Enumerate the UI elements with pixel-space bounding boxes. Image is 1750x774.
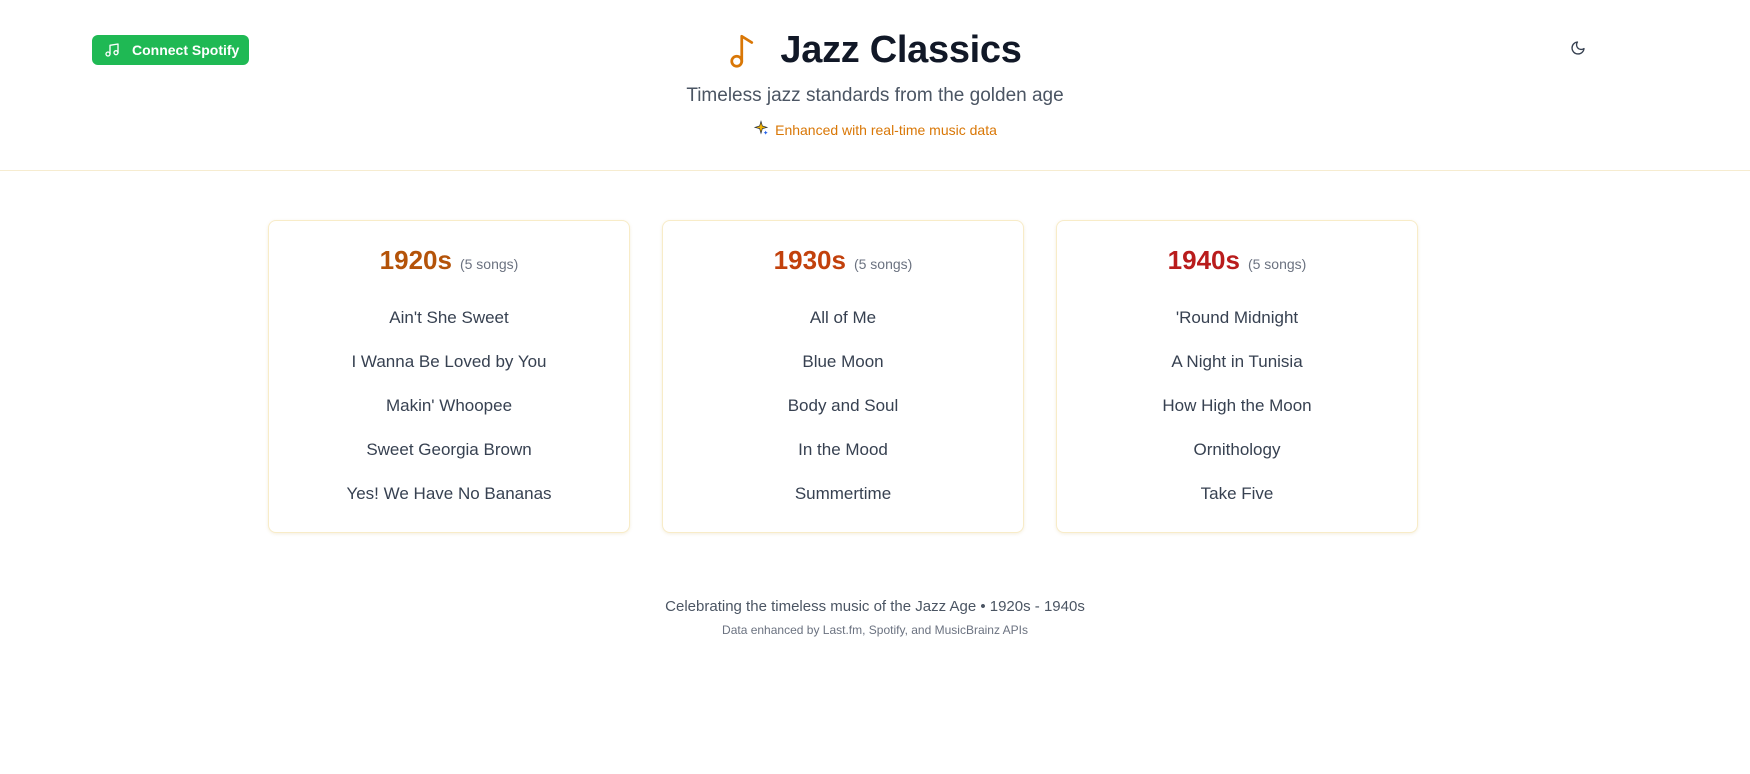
decade-title: 1930s: [773, 245, 846, 275]
song-list: Ain't She Sweet I Wanna Be Loved by You …: [269, 296, 629, 516]
decade-card-1930s: 1930s (5 songs) All of Me Blue Moon Body…: [662, 220, 1024, 533]
song-item[interactable]: Take Five: [1057, 472, 1417, 516]
decade-card-header: 1930s (5 songs): [663, 245, 1023, 276]
footer: Celebrating the timeless music of the Ja…: [0, 598, 1750, 637]
header: Connect Spotify Jazz Classics Timeless j…: [0, 0, 1750, 171]
sparkle-icon: [753, 120, 769, 139]
song-list: 'Round Midnight A Night in Tunisia How H…: [1057, 296, 1417, 516]
theme-toggle-button[interactable]: [1566, 38, 1590, 62]
page-subtitle: Timeless jazz standards from the golden …: [686, 85, 1064, 106]
decade-card-header: 1920s (5 songs): [269, 245, 629, 276]
song-item[interactable]: Blue Moon: [663, 340, 1023, 384]
page-title: Jazz Classics: [780, 29, 1022, 71]
song-item[interactable]: All of Me: [663, 296, 1023, 340]
song-item[interactable]: 'Round Midnight: [1057, 296, 1417, 340]
song-item[interactable]: A Night in Tunisia: [1057, 340, 1417, 384]
enhanced-note-text: Enhanced with real-time music data: [775, 121, 997, 138]
song-item[interactable]: I Wanna Be Loved by You: [269, 340, 629, 384]
song-item[interactable]: How High the Moon: [1057, 384, 1417, 428]
footer-credits: Data enhanced by Last.fm, Spotify, and M…: [722, 623, 1028, 637]
title-row: Jazz Classics: [0, 26, 1750, 74]
song-item[interactable]: Ain't She Sweet: [269, 296, 629, 340]
decade-card-1920s: 1920s (5 songs) Ain't She Sweet I Wanna …: [268, 220, 630, 533]
song-item[interactable]: In the Mood: [663, 428, 1023, 472]
song-count: (5 songs): [1247, 256, 1307, 272]
song-list: All of Me Blue Moon Body and Soul In the…: [663, 296, 1023, 516]
enhanced-note: Enhanced with real-time music data: [0, 120, 1750, 139]
song-count: (5 songs): [459, 256, 519, 272]
song-item[interactable]: Ornithology: [1057, 428, 1417, 472]
decade-card-1940s: 1940s (5 songs) 'Round Midnight A Night …: [1056, 220, 1418, 533]
song-item[interactable]: Yes! We Have No Bananas: [269, 472, 629, 516]
song-count: (5 songs): [853, 256, 913, 272]
decade-card-header: 1940s (5 songs): [1057, 245, 1417, 276]
song-item[interactable]: Body and Soul: [663, 384, 1023, 428]
footer-tagline: Celebrating the timeless music of the Ja…: [665, 598, 1085, 615]
song-item[interactable]: Summertime: [663, 472, 1023, 516]
song-item[interactable]: Makin' Whoopee: [269, 384, 629, 428]
song-item[interactable]: Sweet Georgia Brown: [269, 428, 629, 472]
decade-title: 1940s: [1167, 245, 1240, 275]
music-note-icon: [728, 31, 758, 69]
decade-title: 1920s: [379, 245, 452, 275]
decade-cards: 1920s (5 songs) Ain't She Sweet I Wanna …: [268, 220, 1418, 533]
moon-icon: [1570, 40, 1586, 61]
